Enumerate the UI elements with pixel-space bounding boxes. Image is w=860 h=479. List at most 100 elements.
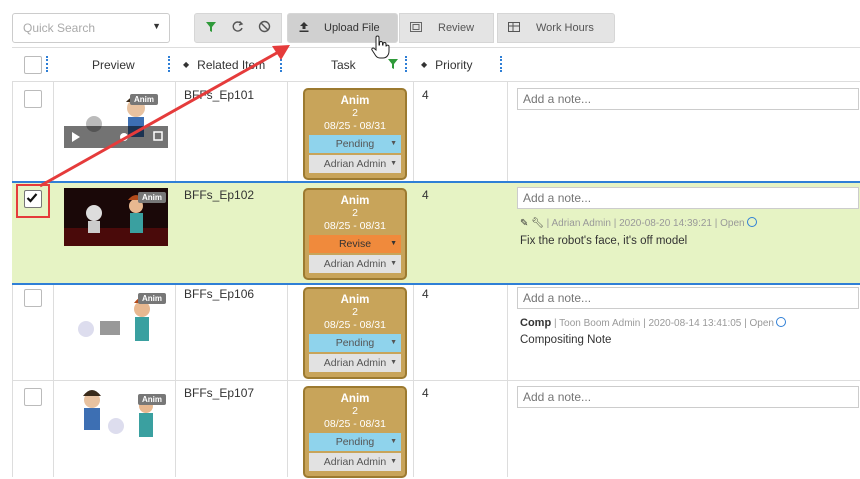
open-circle-icon[interactable]: [746, 217, 757, 227]
anim-badge: Anim: [138, 394, 166, 405]
related-item-link[interactable]: BFFs_Ep106: [184, 287, 254, 301]
table-row[interactable]: Anim BFFs_Ep106 Anim 2 08/25 - 08/31 Pen…: [12, 281, 860, 381]
column-menu-icon[interactable]: [500, 56, 505, 72]
assignee-label: Adrian Admin: [323, 258, 387, 270]
task-card[interactable]: Anim 2 08/25 - 08/31 Pending ▼ Adrian Adm…: [303, 386, 407, 478]
column-header-label: Preview: [92, 57, 135, 72]
status-dropdown[interactable]: Revise ▼: [309, 235, 401, 253]
anim-badge: Anim: [138, 293, 166, 304]
wrench-icon[interactable]: 🔧︎: [531, 218, 544, 229]
row-checkbox[interactable]: [24, 388, 42, 406]
note-input[interactable]: [517, 187, 859, 209]
note-author: Adrian Admin: [551, 218, 611, 229]
refresh-icon[interactable]: [231, 20, 244, 36]
clear-filter-icon[interactable]: [258, 20, 271, 36]
quick-search-dropdown[interactable]: Quick Search ▼: [12, 13, 170, 43]
filter-icon[interactable]: [205, 21, 217, 36]
task-name: Anim: [340, 393, 370, 405]
status-dropdown[interactable]: Pending ▼: [309, 433, 401, 451]
column-menu-icon[interactable]: [280, 56, 285, 72]
column-header-preview[interactable]: Preview: [92, 48, 135, 81]
status-dropdown[interactable]: Pending ▼: [309, 135, 401, 153]
work-hours-button[interactable]: Work Hours: [497, 13, 615, 43]
task-grid: Preview ◆ Related Item Task ◆ Priority A…: [12, 47, 860, 479]
video-thumbnail[interactable]: Anim: [64, 386, 168, 444]
select-all-checkbox[interactable]: [24, 56, 42, 74]
note-text: Compositing Note: [520, 334, 612, 346]
assignee-label: Adrian Admin: [323, 158, 387, 170]
status-label: Revise: [338, 238, 372, 250]
upload-file-label: Upload File: [324, 22, 380, 34]
chevron-down-icon: ▼: [390, 458, 397, 465]
table-icon: [508, 21, 520, 35]
column-header-label: Priority: [435, 57, 473, 72]
task-card[interactable]: Anim 2 08/25 - 08/31 Pending ▼ Adrian Adm…: [303, 287, 407, 379]
chevron-down-icon: ▼: [390, 438, 397, 445]
table-row[interactable]: Anim BFFs_Ep101 Anim 2 08/25 - 08/31 Pen…: [12, 82, 860, 182]
row-checkbox[interactable]: [24, 289, 42, 307]
hand-cursor-icon: [370, 35, 390, 62]
open-circle-icon[interactable]: [775, 317, 786, 327]
task-number: 2: [352, 207, 358, 219]
assignee-dropdown[interactable]: Adrian Admin ▼: [309, 453, 401, 471]
task-name: Anim: [340, 195, 370, 207]
assignee-dropdown[interactable]: Adrian Admin ▼: [309, 354, 401, 372]
task-card[interactable]: Anim 2 08/25 - 08/31 Pending ▼ Adrian Adm…: [303, 88, 407, 180]
column-header-task[interactable]: Task: [331, 48, 356, 81]
column-header-related-item[interactable]: ◆ Related Item: [183, 48, 265, 81]
task-number: 2: [352, 405, 358, 417]
video-thumbnail[interactable]: Anim: [64, 90, 168, 148]
video-thumbnail[interactable]: Anim: [64, 188, 168, 246]
note-time: 2020-08-14 13:41:05: [648, 318, 742, 329]
task-name: Anim: [340, 294, 370, 306]
table-row[interactable]: Anim BFFs_Ep107 Anim 2 08/25 - 08/31 Pen…: [12, 380, 860, 479]
task-dates: 08/25 - 08/31: [324, 220, 386, 232]
chevron-down-icon: ▼: [390, 359, 397, 366]
assignee-dropdown[interactable]: Adrian Admin ▼: [309, 155, 401, 173]
pencil-icon[interactable]: ✎: [520, 218, 528, 229]
task-dates: 08/25 - 08/31: [324, 418, 386, 430]
quick-search-placeholder: Quick Search: [23, 21, 96, 35]
note-state: Open: [720, 218, 745, 229]
note-input[interactable]: [517, 88, 859, 110]
work-hours-label: Work Hours: [536, 22, 594, 34]
assignee-dropdown[interactable]: Adrian Admin ▼: [309, 255, 401, 273]
chevron-down-icon: ▼: [152, 21, 161, 31]
column-header-priority[interactable]: ◆ Priority: [421, 48, 473, 81]
status-label: Pending: [335, 337, 375, 349]
note-time: 2020-08-20 14:39:21: [619, 218, 712, 229]
grid-header: Preview ◆ Related Item Task ◆ Priority: [12, 48, 860, 82]
task-card[interactable]: Anim 2 08/25 - 08/31 Revise ▼ Adrian Admi…: [303, 188, 407, 280]
row-checkbox[interactable]: [24, 90, 42, 108]
note-meta: ✎ 🔧︎ | Adrian Admin | 2020-08-20 14:39:2…: [520, 217, 757, 229]
film-icon: [410, 21, 422, 35]
related-item-link[interactable]: BFFs_Ep102: [184, 188, 254, 202]
note-text: Fix the robot's face, it's off model: [520, 235, 688, 247]
priority-value[interactable]: 4: [422, 188, 429, 202]
table-row[interactable]: Anim BFFs_Ep102 Anim 2 08/25 - 08/31 Rev…: [12, 181, 860, 285]
note-input[interactable]: [517, 386, 859, 408]
note-input[interactable]: [517, 287, 859, 309]
column-menu-icon[interactable]: [405, 56, 410, 72]
anim-badge: Anim: [130, 94, 158, 105]
column-menu-icon[interactable]: [168, 56, 173, 72]
filter-toolbar-group: [194, 13, 282, 43]
chevron-down-icon: ▼: [390, 260, 397, 267]
column-menu-icon[interactable]: [46, 56, 51, 72]
note-state: Open: [749, 318, 774, 329]
related-item-link[interactable]: BFFs_Ep107: [184, 386, 254, 400]
note-tag: Comp: [520, 317, 552, 329]
task-dates: 08/25 - 08/31: [324, 319, 386, 331]
related-item-link[interactable]: BFFs_Ep101: [184, 88, 254, 102]
review-button[interactable]: Review: [399, 13, 494, 43]
sort-icon[interactable]: ◆: [421, 60, 427, 69]
assignee-label: Adrian Admin: [323, 357, 387, 369]
status-dropdown[interactable]: Pending ▼: [309, 334, 401, 352]
priority-value[interactable]: 4: [422, 386, 429, 400]
priority-value[interactable]: 4: [422, 88, 429, 102]
sort-icon[interactable]: ◆: [183, 60, 189, 69]
video-thumbnail[interactable]: Anim: [64, 289, 168, 347]
priority-value[interactable]: 4: [422, 287, 429, 301]
chevron-down-icon: ▼: [390, 339, 397, 346]
highlight-box: [16, 184, 50, 218]
